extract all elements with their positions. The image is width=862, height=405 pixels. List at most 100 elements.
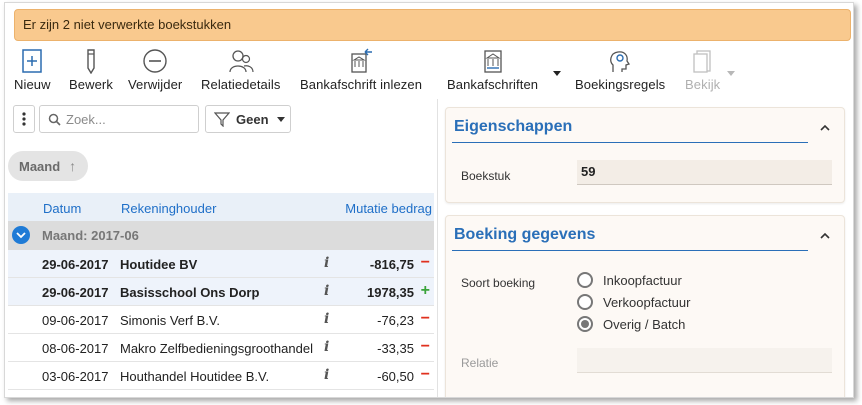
radio-purchase-invoice[interactable]: Inkoopfactuur [577,272,682,288]
radio-dot-selected[interactable] [577,316,593,332]
row-holder: Makro Zelfbedieningsgroothandel [120,341,313,356]
row-date: 29-06-2017 [42,257,109,272]
edit-label: Bewerk [69,77,113,92]
head-gear-icon [610,51,631,72]
bank-import-icon [351,48,373,73]
row-date: 29-06-2017 [42,285,109,300]
table-row[interactable]: 08-06-2017 Makro Zelfbedieningsgroothand… [8,334,434,362]
import-statement-button[interactable]: Bankafschrift inlezen [300,47,422,97]
negative-sign-icon: − [420,310,430,327]
view-dropdown-caret-icon[interactable] [727,71,735,76]
row-date: 09-06-2017 [42,313,109,328]
properties-title-underline [452,142,808,143]
statements-dropdown-caret-icon[interactable] [553,71,561,76]
relation-field[interactable] [577,348,832,373]
radio-dot[interactable] [577,272,593,288]
new-label: Nieuw [14,77,51,92]
collapse-properties-icon[interactable] [820,120,830,134]
table-row[interactable]: 29-06-2017 Basisschool Ons Dorp i 1978,3… [8,278,434,306]
pane-divider[interactable] [437,99,438,397]
negative-sign-icon: − [420,366,430,383]
booking-title: Boeking gegevens [454,226,596,243]
relation-label: Relatie [461,356,499,370]
pencil-icon [87,49,95,74]
transaction-grid: Datum Rekeninghouder Mutatie bedrag Maan… [8,193,434,390]
search-icon [48,113,61,126]
radio-dot[interactable] [577,294,593,310]
row-holder: Simonis Verf B.V. [120,313,220,328]
search-box [39,105,199,133]
negative-sign-icon: − [420,254,430,271]
view-button[interactable]: Bekijk [685,47,720,97]
booking-type-label: Soort boeking [461,276,536,290]
table-row[interactable]: 03-06-2017 Houthandel Houtidee B.V. i -6… [8,362,434,390]
view-label: Bekijk [685,77,721,92]
info-icon[interactable]: i [324,311,329,327]
app-window: Er zijn 2 niet verwerkte boekstukken Nie… [4,2,854,398]
kebab-menu-icon [22,112,26,126]
radio-sales-invoice[interactable]: Verkoopfactuur [577,294,690,310]
users-icon [229,50,254,73]
table-row[interactable]: 29-06-2017 Houtidee BV i -816,75 − [8,250,434,278]
info-icon[interactable]: i [324,367,329,383]
row-date: 03-06-2017 [42,369,109,384]
collapse-booking-icon[interactable] [820,228,830,242]
filter-dropdown[interactable]: Geen [205,105,291,133]
grid-header: Datum Rekeninghouder Mutatie bedrag [8,193,434,221]
new-button[interactable]: Nieuw [14,47,51,97]
list-menu-button[interactable] [13,105,35,133]
row-date: 08-06-2017 [42,341,109,356]
info-icon[interactable]: i [324,255,329,271]
group-row[interactable]: Maand: 2017-06 [8,221,434,250]
collapse-chevron-icon[interactable] [12,226,30,244]
row-amount: -33,35 [377,341,414,356]
positive-sign-icon: + [420,282,430,299]
info-icon[interactable]: i [324,283,329,299]
document-label: Boekstuk [461,169,511,183]
row-amount: 1978,35 [367,285,414,300]
sort-asc-icon: ↑ [69,158,77,174]
edit-button[interactable]: Bewerk [69,47,113,97]
minus-circle-icon [143,49,167,73]
column-date[interactable]: Datum [43,201,81,216]
view-document-icon [692,50,711,73]
delete-label: Verwijder [128,77,183,92]
bank-document-icon [483,50,502,73]
group-row-label: Maand: 2017-06 [42,228,139,243]
statements-button[interactable]: Bankafschriften [447,47,538,97]
filter-label: Geen [236,111,269,127]
row-holder: Houtidee BV [120,257,198,272]
properties-title: Eigenschappen [454,118,573,135]
document-field[interactable]: 59 [577,160,832,185]
relation-details-button[interactable]: Relatiedetails [201,47,280,97]
row-amount: -60,50 [377,369,414,384]
booking-rules-button[interactable]: Boekingsregels [575,47,665,97]
radio-label: Inkoopfactuur [603,272,682,288]
radio-other-batch[interactable]: Overig / Batch [577,316,685,332]
radio-label: Verkoopfactuur [603,294,691,310]
search-input[interactable] [66,110,194,128]
filter-icon [214,112,230,127]
group-by-chip[interactable]: Maand ↑ [8,151,88,181]
column-holder[interactable]: Rekeninghouder [121,201,216,216]
import-statement-label: Bankafschrift inlezen [300,77,423,92]
row-holder: Houthandel Houtidee B.V. [120,369,270,384]
unprocessed-warning-banner: Er zijn 2 niet verwerkte boekstukken [14,9,851,41]
new-document-icon [22,49,43,73]
booking-rules-label: Boekingsregels [575,77,666,92]
relation-details-label: Relatiedetails [201,77,281,92]
filter-caret-icon [276,116,285,122]
delete-button[interactable]: Verwijder [128,47,182,97]
row-amount: -816,75 [369,257,414,272]
transaction-list-pane: Geen Maand ↑ Datum Rekeninghouder Mutati… [5,99,437,397]
booking-title-underline [452,250,808,251]
detail-pane: Eigenschappen Boekstuk 59 Boeking gegeve… [445,107,845,397]
row-holder: Basisschool Ons Dorp [120,285,260,300]
column-amount[interactable]: Mutatie bedrag [345,201,432,216]
table-row[interactable]: 09-06-2017 Simonis Verf B.V. i -76,23 − [8,306,434,334]
group-chip-label: Maand [19,158,61,174]
toolbar: Nieuw Bewerk Verwijder Relatiedetails Ba… [5,47,853,97]
properties-panel: Eigenschappen Boekstuk 59 [445,107,845,203]
negative-sign-icon: − [420,338,430,355]
info-icon[interactable]: i [324,339,329,355]
